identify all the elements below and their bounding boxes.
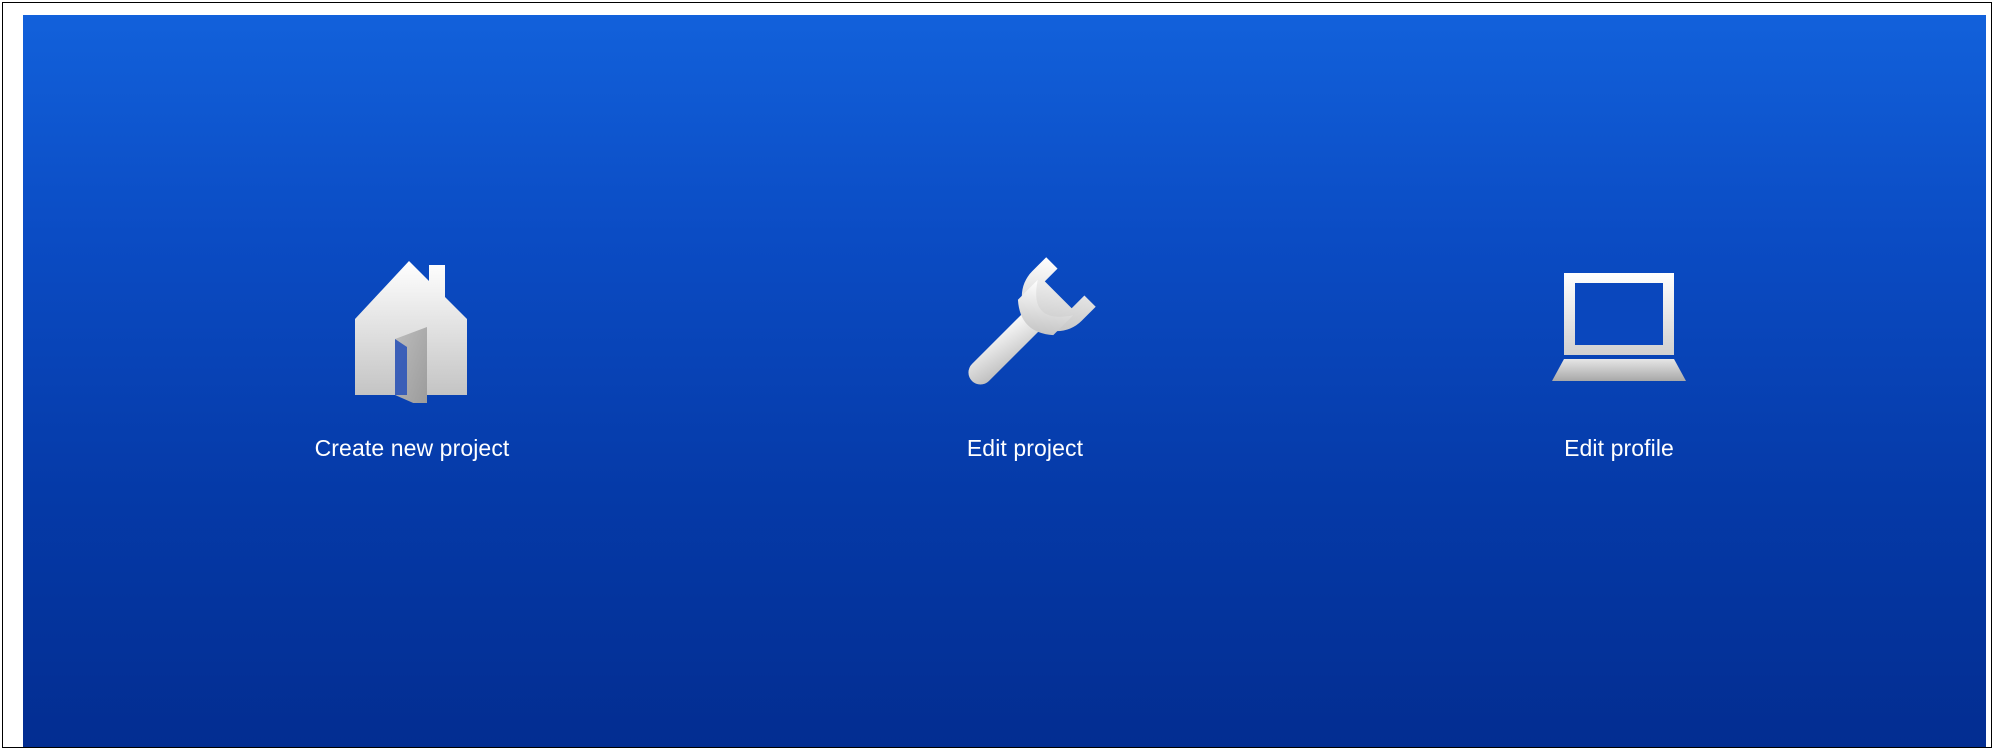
- create-new-project-label: Create new project: [314, 435, 510, 461]
- edit-project-button[interactable]: Edit project: [865, 253, 1185, 483]
- edit-project-label: Edit project: [966, 435, 1084, 461]
- start-menu-panel: Create new project Edit project Edit pro…: [23, 15, 1986, 747]
- edit-profile-button[interactable]: Edit profile: [1459, 253, 1779, 483]
- edit-profile-label: Edit profile: [1564, 435, 1674, 461]
- house-icon: [337, 253, 487, 403]
- window-frame: Create new project Edit project Edit pro…: [2, 2, 1992, 748]
- create-new-project-button[interactable]: Create new project: [252, 253, 572, 483]
- wrench-icon: [950, 253, 1100, 403]
- laptop-icon: [1544, 253, 1694, 403]
